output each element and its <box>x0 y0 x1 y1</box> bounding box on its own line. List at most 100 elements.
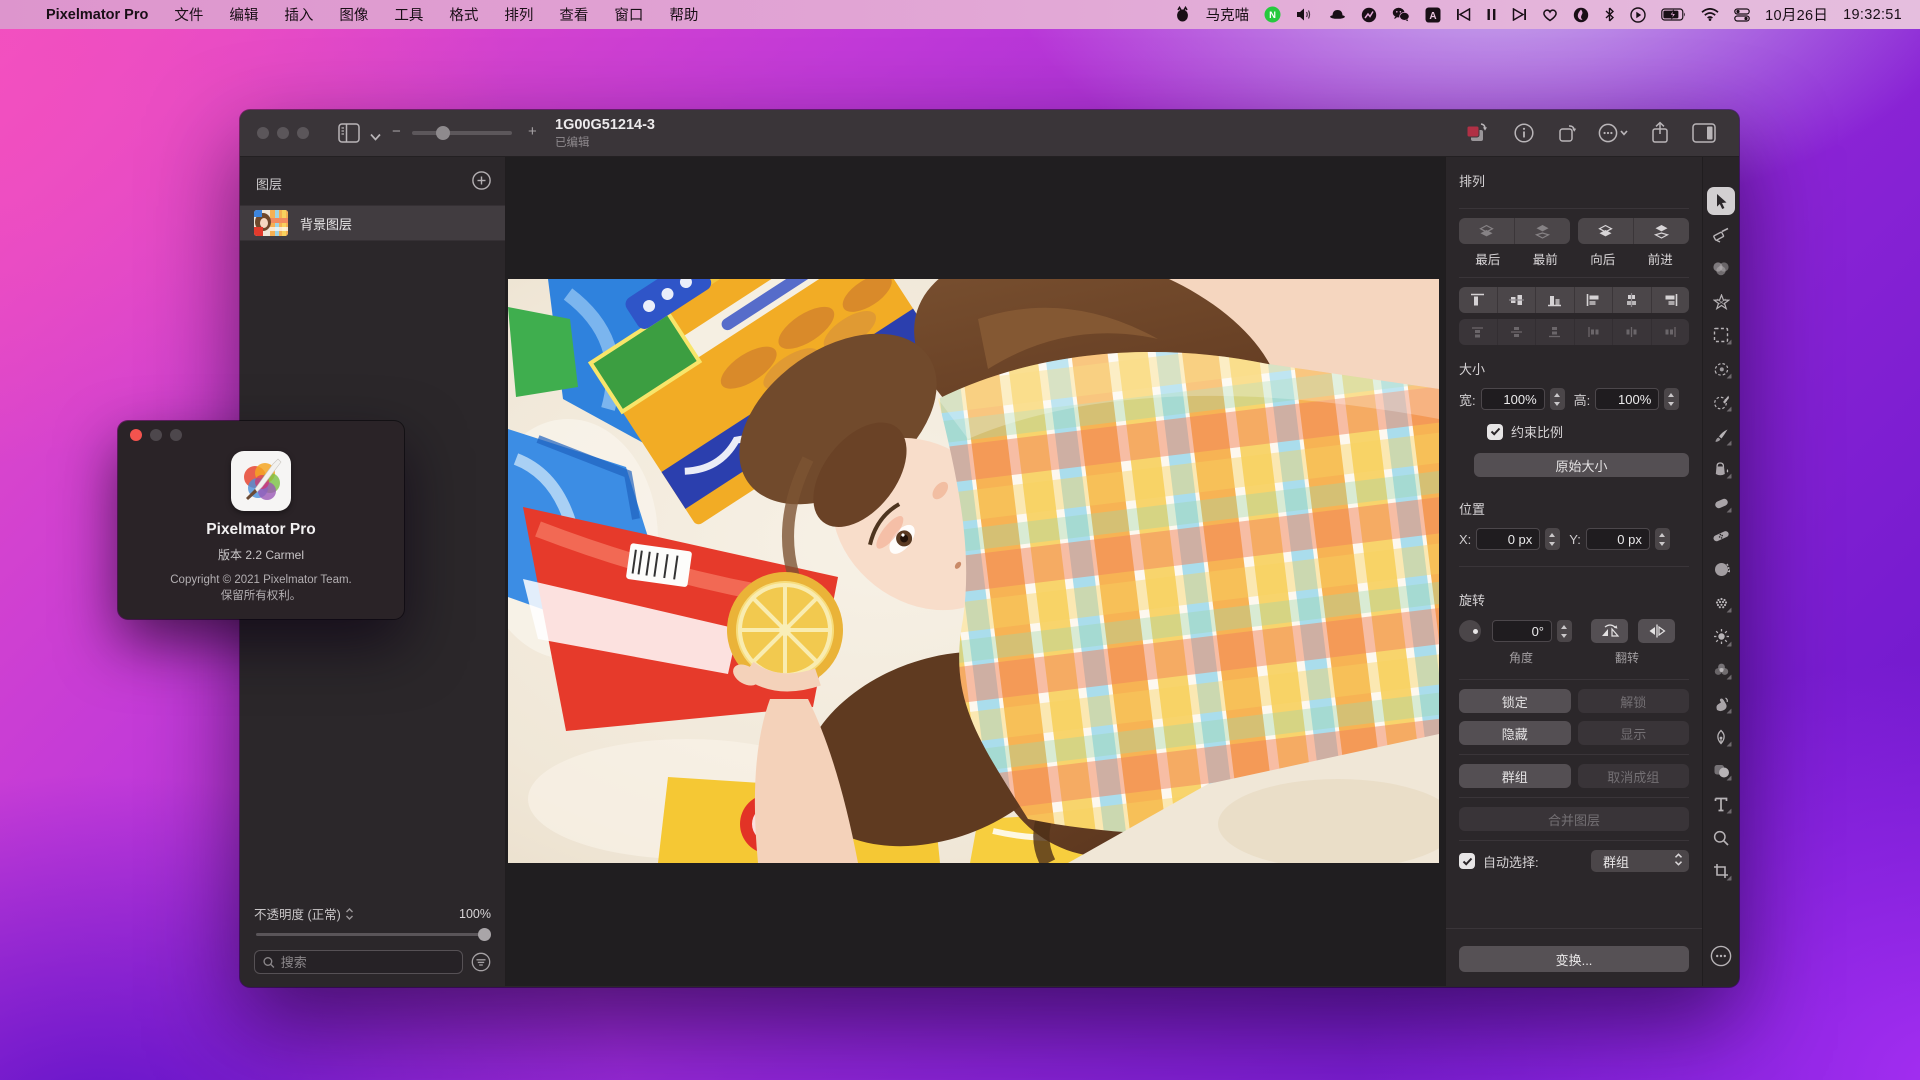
show-button[interactable]: 显示 <box>1578 721 1690 745</box>
ungroup-button[interactable]: 取消成组 <box>1578 764 1690 788</box>
bluetooth-icon[interactable] <box>1604 7 1615 22</box>
transform-button[interactable]: 变换... <box>1459 946 1689 972</box>
wechat-icon[interactable] <box>1392 7 1410 22</box>
text-tool[interactable] <box>1707 790 1735 818</box>
hide-button[interactable]: 隐藏 <box>1459 721 1571 745</box>
add-layer-icon[interactable] <box>472 171 491 195</box>
menu-image[interactable]: 图像 <box>339 4 368 25</box>
bring-forward-button[interactable] <box>1633 218 1689 244</box>
align-middle-button[interactable] <box>1497 287 1536 313</box>
canvas-photo[interactable] <box>508 279 1439 863</box>
x-stepper[interactable] <box>1545 528 1560 550</box>
flip-vertical-button[interactable] <box>1638 619 1675 643</box>
distribute-bottom-button[interactable] <box>1535 319 1574 345</box>
status-user-label[interactable]: 马克喵 <box>1206 4 1250 25</box>
erase-tool[interactable] <box>1707 489 1735 517</box>
about-close-button[interactable] <box>130 429 142 441</box>
auto-select-checkbox[interactable] <box>1459 853 1475 869</box>
distribute-right-button[interactable] <box>1651 319 1690 345</box>
about-titlebar[interactable] <box>118 421 404 449</box>
opacity-stepper-icon[interactable] <box>345 908 354 920</box>
titlebar[interactable]: − + 1G00G51214-3 已编辑 <box>240 110 1739 157</box>
menu-format[interactable]: 格式 <box>449 4 478 25</box>
close-button[interactable] <box>257 127 269 139</box>
layer-row-background[interactable]: 背景图层 <box>240 205 505 241</box>
opacity-slider-knob[interactable] <box>478 928 491 941</box>
info-icon[interactable] <box>1514 123 1534 148</box>
vpn-n-icon[interactable]: N <box>1264 6 1281 23</box>
align-center-button[interactable] <box>1612 287 1651 313</box>
input-a-icon[interactable]: A <box>1425 7 1441 23</box>
swirl-icon[interactable] <box>1361 7 1377 23</box>
color-adjustments-tool[interactable] <box>1707 254 1735 282</box>
distribute-top-button[interactable] <box>1459 319 1497 345</box>
chevron-down-icon[interactable] <box>370 128 381 146</box>
share-icon[interactable] <box>1650 121 1670 149</box>
y-stepper[interactable] <box>1655 528 1670 550</box>
distribute-center-button[interactable] <box>1612 319 1651 345</box>
y-field[interactable]: 0 px <box>1586 528 1650 550</box>
distribute-left-button[interactable] <box>1574 319 1613 345</box>
battery-charging-icon[interactable] <box>1661 8 1686 21</box>
rotation-dial[interactable] <box>1459 620 1481 642</box>
layer-search-box[interactable] <box>254 950 463 974</box>
prev-track-icon[interactable] <box>1456 8 1471 21</box>
group-button[interactable]: 群组 <box>1459 764 1571 788</box>
zoom-slider[interactable] <box>412 131 512 135</box>
zoom-out-button[interactable]: − <box>392 123 401 140</box>
height-stepper[interactable] <box>1664 388 1679 410</box>
pause-icon[interactable] <box>1486 8 1497 21</box>
sidebar-toggle-icon[interactable] <box>338 123 360 148</box>
menu-window[interactable]: 窗口 <box>614 4 643 25</box>
menubar-date[interactable]: 10月26日 <box>1765 4 1828 25</box>
distribute-middle-button[interactable] <box>1497 319 1536 345</box>
minimize-button[interactable] <box>277 127 289 139</box>
lock-button[interactable]: 锁定 <box>1459 689 1571 713</box>
color-swap-icon[interactable] <box>1464 122 1488 149</box>
width-field[interactable]: 100% <box>1481 388 1545 410</box>
warp-tool[interactable] <box>1707 690 1735 718</box>
crop-tool[interactable] <box>1707 857 1735 885</box>
menu-arrange[interactable]: 排列 <box>504 4 533 25</box>
effects-tool[interactable] <box>1707 288 1735 316</box>
cat-icon[interactable] <box>1174 6 1191 23</box>
zoom-tool[interactable] <box>1707 824 1735 852</box>
width-stepper[interactable] <box>1550 388 1565 410</box>
zoom-slider-knob[interactable] <box>436 126 450 140</box>
auto-select-dropdown[interactable]: 群组 <box>1591 850 1689 872</box>
flip-horizontal-button[interactable] <box>1591 619 1628 643</box>
volume-icon[interactable] <box>1296 7 1314 22</box>
height-field[interactable]: 100% <box>1595 388 1659 410</box>
sharpen-tool[interactable] <box>1707 623 1735 651</box>
about-dialog[interactable]: Pixelmator Pro 版本 2.2 Carmel Copyright ©… <box>118 421 404 619</box>
next-track-icon[interactable] <box>1512 8 1527 21</box>
clone-tool[interactable] <box>1707 556 1735 584</box>
send-to-back-button[interactable] <box>1459 218 1514 244</box>
style-tool[interactable] <box>1707 221 1735 249</box>
paint-tool[interactable] <box>1707 422 1735 450</box>
send-backward-button[interactable] <box>1578 218 1633 244</box>
more-tools[interactable] <box>1710 945 1732 972</box>
align-bottom-button[interactable] <box>1535 287 1574 313</box>
menu-help[interactable]: 帮助 <box>669 4 698 25</box>
menu-file[interactable]: 文件 <box>174 4 203 25</box>
align-top-button[interactable] <box>1459 287 1497 313</box>
color-select-tool[interactable] <box>1707 388 1735 416</box>
zoom-button[interactable] <box>297 127 309 139</box>
more-tools-icon[interactable] <box>1598 123 1630 148</box>
zoom-in-button[interactable]: + <box>528 123 537 140</box>
align-right-button[interactable] <box>1651 287 1690 313</box>
bring-to-front-button[interactable] <box>1514 218 1570 244</box>
align-left-button[interactable] <box>1574 287 1613 313</box>
unlock-button[interactable]: 解锁 <box>1578 689 1690 713</box>
heart-icon[interactable] <box>1542 8 1558 22</box>
play-circle-icon[interactable] <box>1630 7 1646 23</box>
menu-view[interactable]: 查看 <box>559 4 588 25</box>
hat-icon[interactable] <box>1329 7 1346 22</box>
angle-field[interactable]: 0° <box>1492 620 1552 642</box>
search-input[interactable] <box>281 955 454 970</box>
move-tool[interactable] <box>1707 187 1735 215</box>
swatches-tool[interactable] <box>1707 656 1735 684</box>
rect-select-tool[interactable] <box>1707 321 1735 349</box>
quick-select-tool[interactable] <box>1707 355 1735 383</box>
